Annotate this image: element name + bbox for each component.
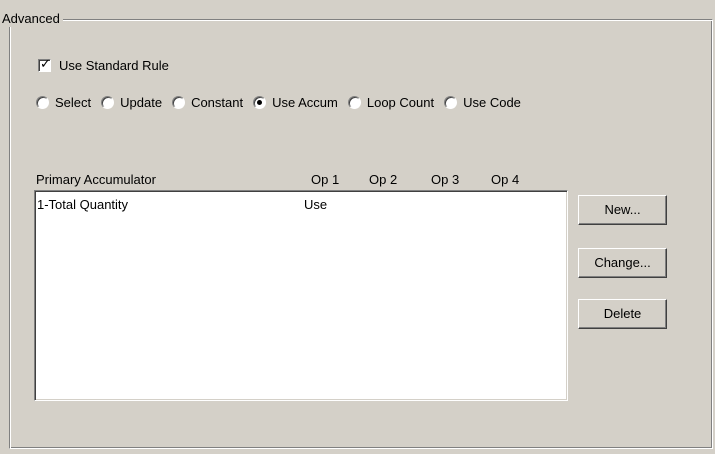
radio-option-use-code[interactable]: Use Code (444, 95, 521, 110)
use-standard-rule-label: Use Standard Rule (59, 57, 169, 73)
column-header-primary-accumulator: Primary Accumulator (36, 172, 156, 187)
radio-select-label: Select (55, 94, 92, 110)
accumulator-listbox[interactable]: 1-Total Quantity Use (34, 190, 568, 401)
radio-constant-label: Constant (191, 94, 244, 110)
column-header-op-4: Op 4 (491, 172, 520, 187)
radio-loop-count[interactable] (347, 95, 361, 109)
use-standard-rule-checkbox[interactable]: ✓ (38, 55, 51, 72)
list-item[interactable]: 1-Total Quantity Use (37, 197, 565, 213)
radio-option-loop-count[interactable]: Loop Count (347, 94, 435, 110)
checkmark-icon: ✓ (40, 55, 51, 71)
radio-use-accum[interactable] (253, 95, 267, 109)
radio-option-update[interactable]: Update (101, 95, 162, 110)
list-item-primary: 1-Total Quantity (37, 197, 129, 212)
column-header-op-3: Op 3 (431, 172, 460, 187)
radio-use-code-label: Use Code (463, 94, 521, 110)
list-item-op-1: Use (304, 197, 328, 212)
column-header-op-1: Op 1 (311, 172, 340, 187)
radio-update-label: Update (120, 94, 163, 110)
radio-option-use-accum[interactable]: Use Accum (253, 95, 338, 110)
radio-update[interactable] (101, 95, 115, 109)
radio-use-code[interactable] (444, 95, 458, 109)
delete-button[interactable]: Delete (578, 299, 667, 329)
column-header-op-2: Op 2 (369, 172, 398, 187)
advanced-group-title: Advanced (0, 11, 63, 27)
radio-use-accum-label: Use Accum (272, 94, 338, 110)
change-button[interactable]: Change... (578, 248, 667, 278)
radio-option-constant[interactable]: Constant (172, 95, 243, 110)
use-standard-rule-option[interactable]: ✓ Use Standard Rule (38, 55, 169, 73)
radio-loop-count-label: Loop Count (366, 94, 435, 110)
radio-constant[interactable] (172, 95, 186, 109)
radio-select[interactable] (36, 95, 49, 109)
mode-radio-group: Select Update Constant Use Accum Loop Co… (36, 94, 531, 110)
new-button[interactable]: New... (578, 195, 667, 225)
radio-option-select[interactable]: Select (36, 95, 91, 110)
